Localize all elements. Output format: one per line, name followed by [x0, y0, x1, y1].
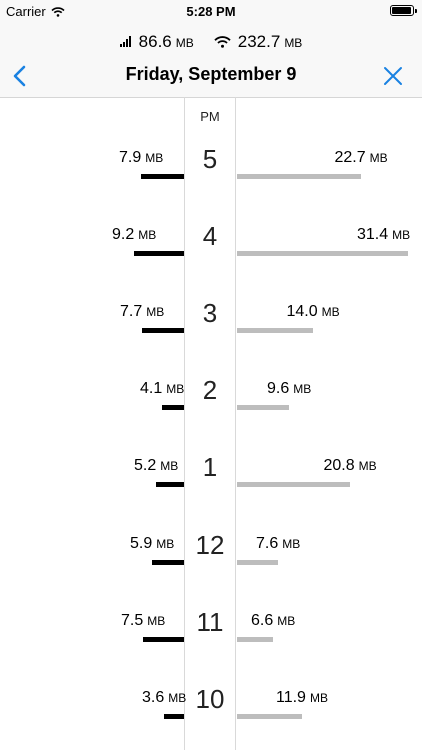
header: 86.6 MB 232.7 MB Friday, September 9: [0, 22, 422, 98]
wifi-bar: [237, 637, 273, 642]
wifi-value-label: 7.6 MB: [256, 535, 301, 552]
hour-axis-column: [184, 97, 236, 750]
cellular-value-label: 5.9 MB: [130, 535, 175, 552]
wifi-total-unit: MB: [284, 36, 303, 50]
status-bar: Carrier 5:28 PM: [0, 0, 422, 22]
wifi-total-value: 232.7: [237, 32, 281, 51]
hour-label: 5: [202, 144, 218, 174]
cellular-bar: [152, 560, 184, 565]
cellular-value-label: 7.7 MB: [120, 303, 165, 320]
usage-totals: 86.6 MB 232.7 MB: [0, 32, 422, 52]
cellular-bar: [143, 637, 184, 642]
hour-label: 2: [202, 375, 218, 405]
wifi-bar: [237, 405, 289, 410]
wifi-value-label: 11.9 MB: [276, 689, 328, 706]
cellular-value-label: 7.9 MB: [119, 149, 164, 166]
hour-label: 1: [202, 452, 218, 482]
wifi-value-label: 22.7 MB: [334, 149, 388, 166]
battery-fill: [392, 7, 411, 14]
wifi-value-label: 31.4 MB: [357, 226, 411, 243]
cellular-bar: [162, 405, 184, 410]
cellular-value-label: 7.5 MB: [121, 612, 166, 629]
cellular-total: 86.6 MB: [119, 32, 194, 52]
cellular-value-label: 3.6 MB: [142, 689, 187, 706]
status-time: 5:28 PM: [186, 4, 236, 19]
hour-label: 10: [195, 684, 225, 714]
page-title: Friday, September 9: [125, 64, 297, 84]
cellular-value-label: 9.2 MB: [112, 226, 157, 243]
hour-label: 12: [195, 530, 225, 560]
hour-label: 3: [202, 298, 218, 328]
wifi-value-label: 6.6 MB: [251, 612, 296, 629]
cellular-bar: [164, 714, 184, 719]
cellular-bar: [134, 251, 184, 256]
wifi-bar: [237, 560, 278, 565]
hourly-usage-chart: PM 5 7.9 MB 22.7 MB 4 9.2 MB 31.4 MB 3 7.7 MB 14.0 MB 2…: [0, 97, 422, 750]
wifi-icon: [214, 36, 231, 48]
wifi-value-label: 14.0 MB: [286, 303, 340, 320]
cellular-bar: [156, 482, 184, 487]
cellular-value-label: 5.2 MB: [134, 457, 179, 474]
hour-label: 11: [196, 607, 224, 637]
cellular-value-label: 4.1 MB: [140, 380, 185, 397]
nav-bar: Friday, September 9: [0, 60, 422, 90]
close-icon[interactable]: [382, 64, 404, 88]
wifi-value-label: 20.8 MB: [323, 457, 377, 474]
wifi-bar: [237, 251, 408, 256]
wifi-total: 232.7 MB: [214, 32, 303, 52]
wifi-bar: [237, 714, 302, 719]
wifi-bar: [237, 328, 313, 333]
wifi-value-label: 9.6 MB: [267, 380, 312, 397]
screen: Carrier 5:28 PM 86.6 MB 232.7 MB Friday,…: [0, 0, 422, 750]
cellular-bar: [141, 174, 184, 179]
period-label: PM: [200, 109, 220, 124]
wifi-bar: [237, 482, 350, 487]
hour-label: 4: [202, 221, 218, 251]
cellular-bar: [142, 328, 184, 333]
cellular-signal-icon: [119, 35, 132, 47]
cellular-total-value: 86.6: [138, 32, 172, 51]
cellular-total-unit: MB: [175, 36, 194, 50]
battery-icon: [390, 5, 417, 16]
wifi-bar: [237, 174, 361, 179]
